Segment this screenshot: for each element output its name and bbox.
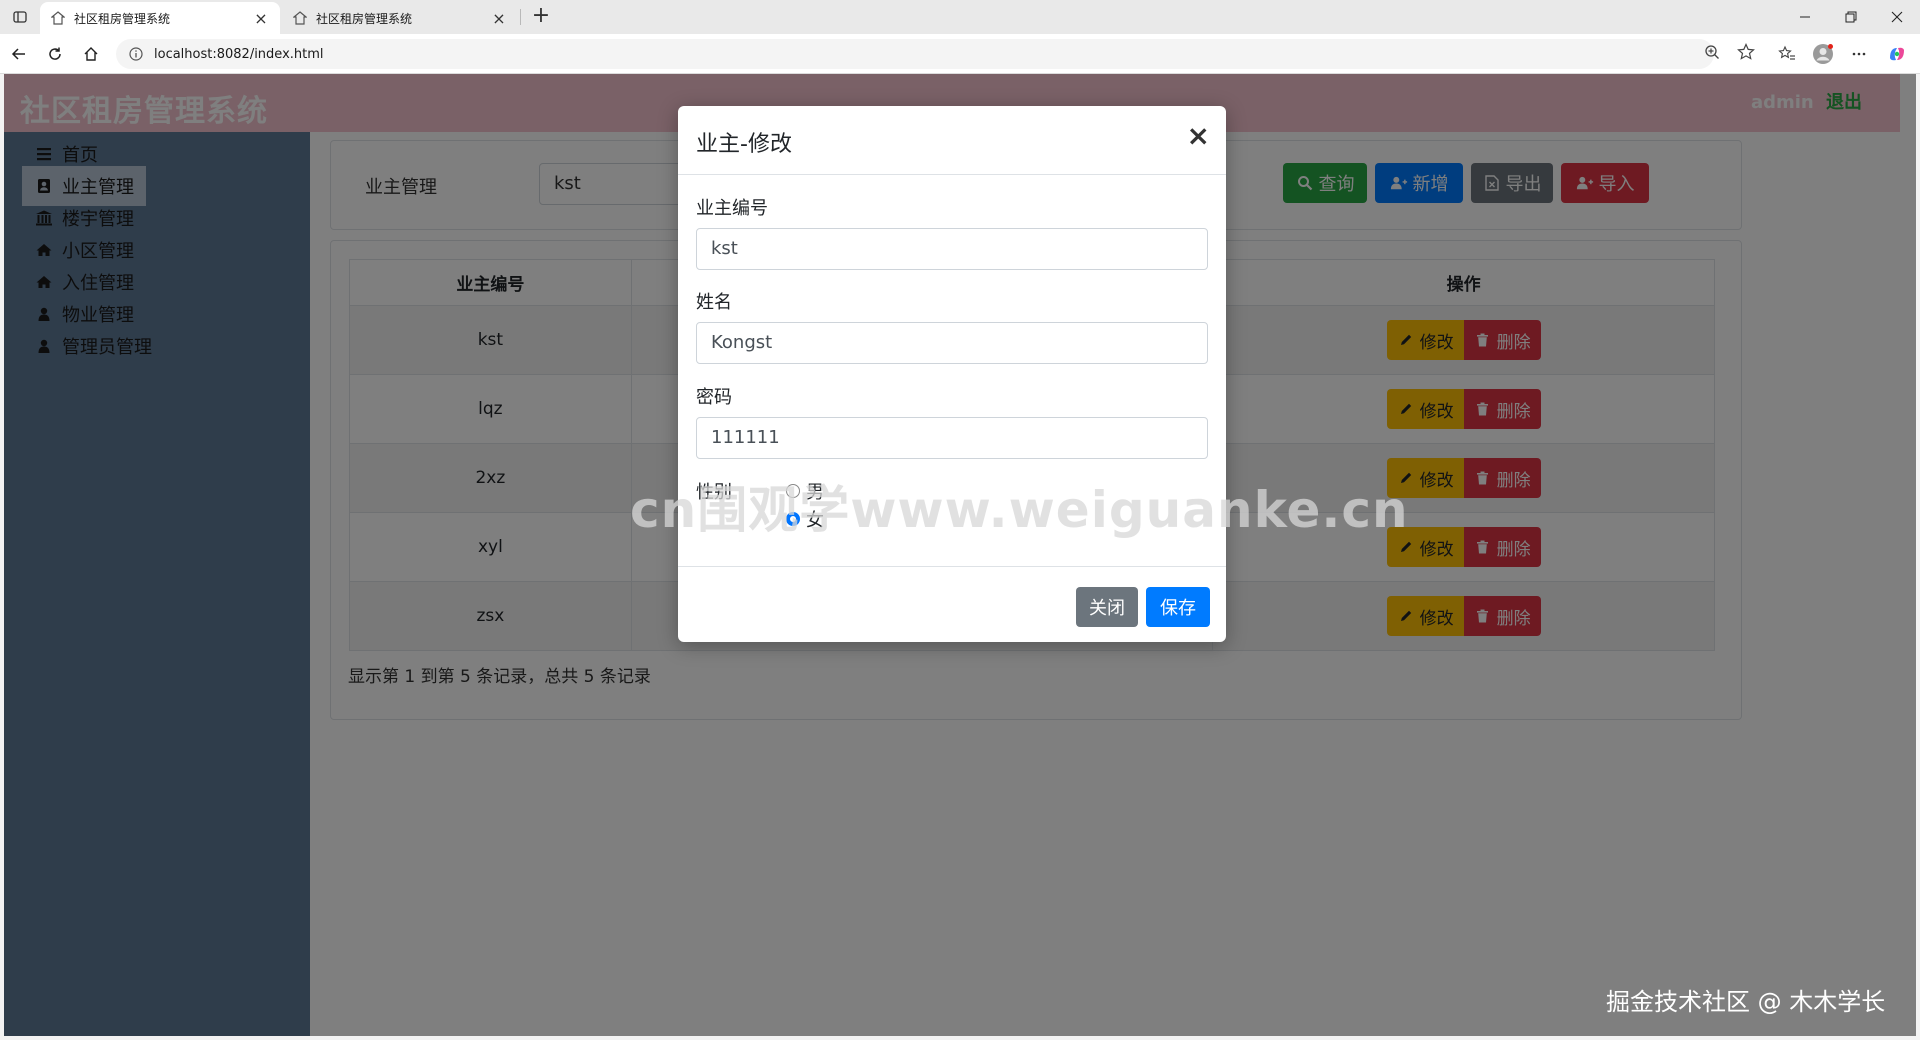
tab-actions-icon[interactable] (8, 6, 32, 28)
edit-owner-modal: 业主-修改 × 业主编号 kst 姓名 Kongst 密码 111111 性别 … (678, 106, 1226, 642)
url-text: localhost:8082/index.html (154, 46, 324, 62)
owner-id-field[interactable]: kst (696, 228, 1208, 270)
modal-save-button[interactable]: 保存 (1146, 587, 1210, 627)
profile-avatar-icon[interactable] (1810, 42, 1836, 66)
new-tab-icon[interactable]: + (528, 4, 554, 30)
modal-header: 业主-修改 × (678, 106, 1226, 175)
modal-title: 业主-修改 (696, 132, 792, 157)
browser-tab-strip: 社区租房管理系统 × 社区租房管理系统 × + (0, 0, 1920, 34)
modal-close-button[interactable]: 关闭 (1076, 587, 1138, 627)
minimize-icon[interactable] (1782, 0, 1828, 34)
watermark-center: cn围观学www.weiguanke.cn (630, 481, 1409, 539)
close-window-icon[interactable] (1874, 0, 1920, 34)
modal-footer: 关闭 保存 (678, 566, 1226, 642)
tab-divider (520, 9, 521, 25)
name-label: 姓名 (696, 292, 732, 313)
more-options-icon[interactable] (1846, 42, 1872, 66)
copilot-icon[interactable] (1884, 42, 1910, 66)
tab-title: 社区租房管理系统 (316, 11, 413, 26)
tab-close-icon[interactable]: × (252, 9, 270, 28)
restore-icon[interactable] (1828, 0, 1874, 34)
page-favicon-icon (292, 10, 308, 26)
browser-tab-1[interactable]: 社区租房管理系统 × (40, 2, 280, 34)
favorites-list-icon[interactable] (1774, 42, 1800, 66)
browser-toolbar: localhost:8082/index.html (0, 34, 1920, 74)
close-icon[interactable]: × (1187, 122, 1210, 150)
back-icon[interactable] (6, 42, 32, 66)
tab-title: 社区租房管理系统 (74, 11, 171, 26)
zoom-icon[interactable] (1700, 40, 1724, 64)
name-field[interactable]: Kongst (696, 322, 1208, 364)
password-label: 密码 (696, 387, 732, 408)
app-window: 社区租房管理系统 admin 退出 首页 业主管理 楼宇管理 (4, 74, 1916, 1036)
password-field[interactable]: 111111 (696, 417, 1208, 459)
browser-tab-2[interactable]: 社区租房管理系统 × (282, 2, 518, 34)
address-bar[interactable]: localhost:8082/index.html (116, 39, 1714, 69)
home-icon[interactable] (78, 42, 104, 66)
refresh-icon[interactable] (42, 42, 68, 66)
tab-close-icon[interactable]: × (490, 9, 508, 28)
page-favicon-icon (50, 10, 66, 26)
site-info-icon[interactable] (128, 46, 144, 62)
watermark-corner: 掘金技术社区 @ 木木学长 (1606, 988, 1886, 1016)
favorite-star-icon[interactable] (1734, 40, 1758, 64)
owner-id-label: 业主编号 (696, 198, 768, 219)
